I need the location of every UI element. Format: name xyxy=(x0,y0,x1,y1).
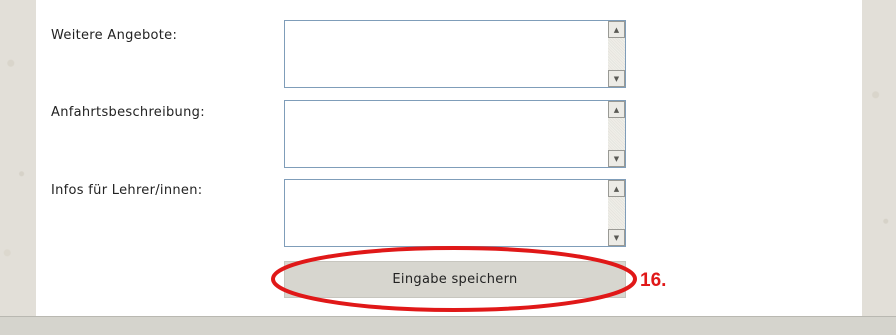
textarea-scrollbar[interactable]: ▲ ▼ xyxy=(608,21,625,87)
infos-fuer-lehrer-textarea[interactable]: ▲ ▼ xyxy=(284,179,626,247)
scroll-down-arrow-icon[interactable]: ▼ xyxy=(608,150,625,167)
field-label-infos-fuer-lehrer: Infos für Lehrer/innen: xyxy=(51,183,203,198)
save-button[interactable]: Eingabe speichern xyxy=(284,261,626,298)
textarea-scrollbar[interactable]: ▲ ▼ xyxy=(608,180,625,246)
anfahrtsbeschreibung-textarea[interactable]: ▲ ▼ xyxy=(284,100,626,168)
stone-background-right xyxy=(862,0,896,316)
scroll-up-arrow-icon[interactable]: ▲ xyxy=(608,180,625,197)
scroll-up-arrow-icon[interactable]: ▲ xyxy=(608,101,625,118)
scroll-down-arrow-icon[interactable]: ▼ xyxy=(608,229,625,246)
field-label-weitere-angebote: Weitere Angebote: xyxy=(51,28,178,43)
stone-background-left xyxy=(0,0,36,316)
field-label-anfahrtsbeschreibung: Anfahrtsbeschreibung: xyxy=(51,105,205,120)
weitere-angebote-textarea[interactable]: ▲ ▼ xyxy=(284,20,626,88)
textarea-scrollbar[interactable]: ▲ ▼ xyxy=(608,101,625,167)
step-number-annotation: 16. xyxy=(640,270,667,291)
scroll-up-arrow-icon[interactable]: ▲ xyxy=(608,21,625,38)
scroll-down-arrow-icon[interactable]: ▼ xyxy=(608,70,625,87)
footer-bar xyxy=(0,316,896,335)
